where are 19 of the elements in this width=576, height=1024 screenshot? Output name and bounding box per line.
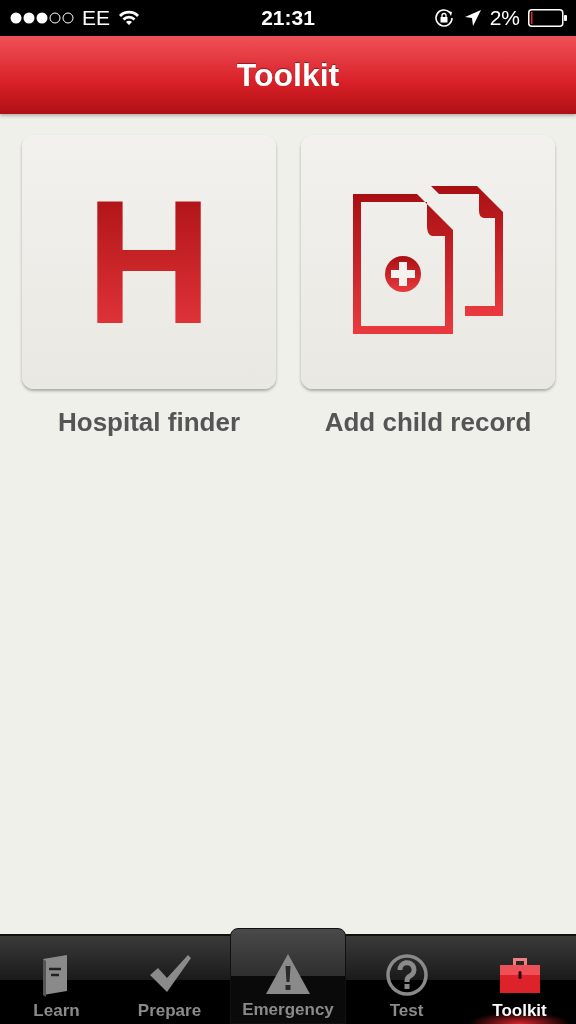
tile-label: Add child record (324, 407, 532, 438)
warning-icon (266, 952, 310, 996)
tile-button[interactable]: H (22, 135, 276, 389)
wifi-icon (118, 10, 140, 26)
tab-item[interactable]: Emergency (230, 928, 346, 1024)
tile-button[interactable] (301, 135, 555, 389)
screen-title: Toolkit (236, 56, 340, 94)
tab-item[interactable]: Test (350, 936, 463, 1024)
carrier-name: EE (82, 6, 110, 30)
tab-item[interactable]: Prepare (113, 936, 226, 1024)
location-arrow-icon (463, 9, 482, 27)
rotation-lock-icon (433, 8, 456, 28)
clock-time: 21:31 (261, 6, 315, 30)
signal-icon (10, 11, 74, 25)
battery-percent: 2% (489, 6, 520, 30)
tab-item[interactable]: Learn (0, 936, 113, 1024)
help-icon (384, 953, 429, 997)
tile-label: Hospital finder (58, 407, 240, 438)
battery-icon (528, 9, 568, 27)
